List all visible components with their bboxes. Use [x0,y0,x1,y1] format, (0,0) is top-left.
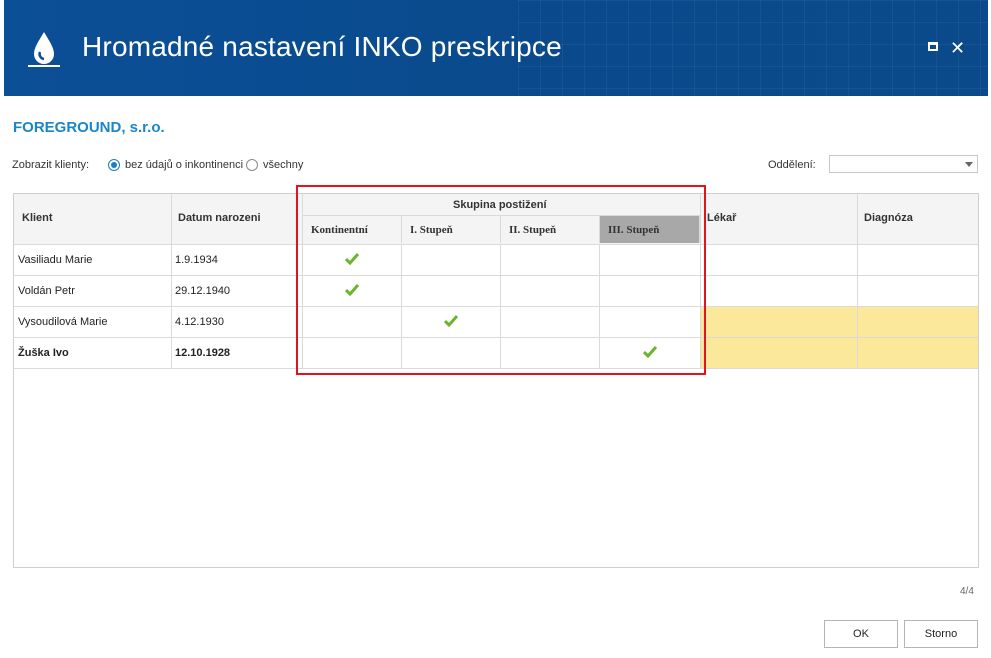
radio-label-without-data[interactable]: bez údajů o inkontinenci [125,159,243,171]
cell-birth: 1.9.1934 [175,254,218,266]
cell-client: Voldán Petr [18,285,75,297]
header-diagnosis[interactable]: Diagnóza [858,194,978,244]
title-bar-pattern [518,0,988,96]
chevron-down-icon[interactable] [965,162,973,167]
cell-client: Vysoudilová Marie [18,316,108,328]
radio-label-all[interactable]: všechny [263,159,303,171]
cell-client: Žuška Ivo [18,347,69,359]
ok-button[interactable]: OK [824,620,898,648]
cell-birth: 29.12.1940 [175,285,231,297]
window-title: Hromadné nastavení INKO preskripce [82,31,562,62]
header-client[interactable]: Klient [14,194,171,244]
page-counter: 4/4 [960,586,974,597]
maximize-button[interactable] [928,42,938,51]
department-label: Oddělení: [768,159,816,171]
water-drop-icon [28,32,60,67]
company-name: FOREGROUND, s.r.o. [13,119,165,136]
cell-client: Vasiliadu Marie [18,254,93,266]
header-birth[interactable]: Datum narozeni [172,194,302,244]
title-bar: Hromadné nastavení INKO preskripce [4,0,988,96]
filter-label: Zobrazit klienty: [12,159,90,171]
annotation-box [296,185,706,375]
department-select[interactable] [829,155,978,173]
radio-without-data[interactable] [108,159,120,171]
cell-birth: 12.10.1928 [175,347,231,359]
close-button[interactable]: ✕ [950,38,965,59]
header-doctor[interactable]: Lékař [701,194,857,244]
cancel-button[interactable]: Storno [904,620,978,648]
radio-all[interactable] [246,159,258,171]
cell-birth: 4.12.1930 [175,316,224,328]
